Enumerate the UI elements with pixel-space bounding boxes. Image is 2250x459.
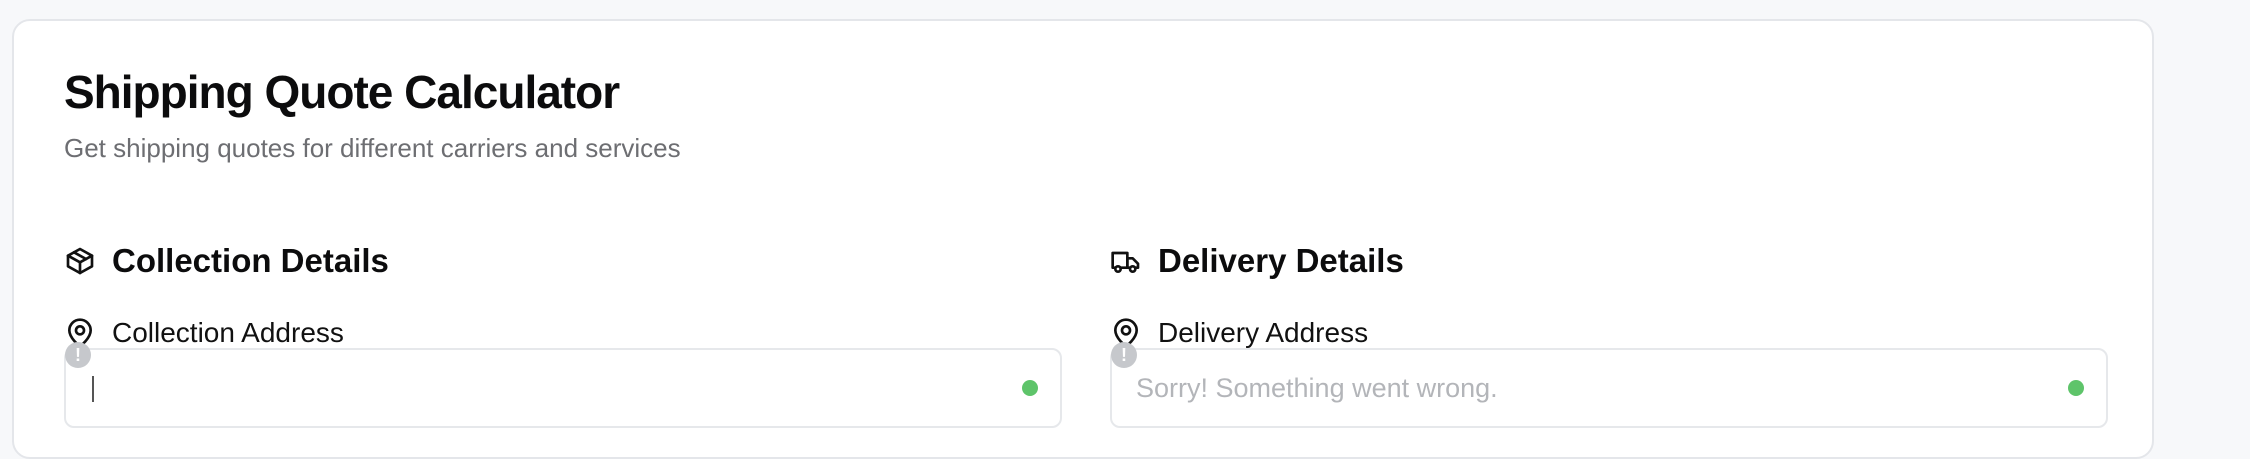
collection-address-field[interactable]: ! bbox=[64, 342, 1062, 428]
quote-calculator-card: Shipping Quote Calculator Get shipping q… bbox=[12, 19, 2154, 459]
delivery-details-header: Delivery Details bbox=[1110, 239, 1404, 283]
truck-icon bbox=[1110, 245, 1142, 277]
collection-address-label: Collection Address bbox=[112, 317, 344, 348]
text-caret bbox=[92, 376, 94, 402]
collection-details-title: Collection Details bbox=[112, 242, 389, 279]
status-dot-icon bbox=[2068, 380, 2084, 396]
delivery-address-input[interactable] bbox=[1136, 350, 2036, 426]
delivery-address-field[interactable]: ! bbox=[1110, 342, 2108, 428]
delivery-address-label-row: Delivery Address bbox=[1110, 313, 1368, 353]
page-title: Shipping Quote Calculator bbox=[64, 66, 620, 118]
collection-address-label-row: Collection Address bbox=[64, 313, 344, 353]
delivery-details-title: Delivery Details bbox=[1158, 242, 1404, 279]
delivery-address-label: Delivery Address bbox=[1158, 317, 1369, 348]
collection-address-input[interactable] bbox=[90, 350, 990, 426]
warning-badge-icon: ! bbox=[1111, 342, 1137, 368]
warning-badge-icon: ! bbox=[65, 342, 91, 368]
status-dot-icon bbox=[1022, 380, 1038, 396]
collection-details-header: Collection Details bbox=[64, 239, 389, 283]
page-subtitle: Get shipping quotes for different carrie… bbox=[64, 133, 681, 163]
package-icon bbox=[64, 245, 96, 277]
